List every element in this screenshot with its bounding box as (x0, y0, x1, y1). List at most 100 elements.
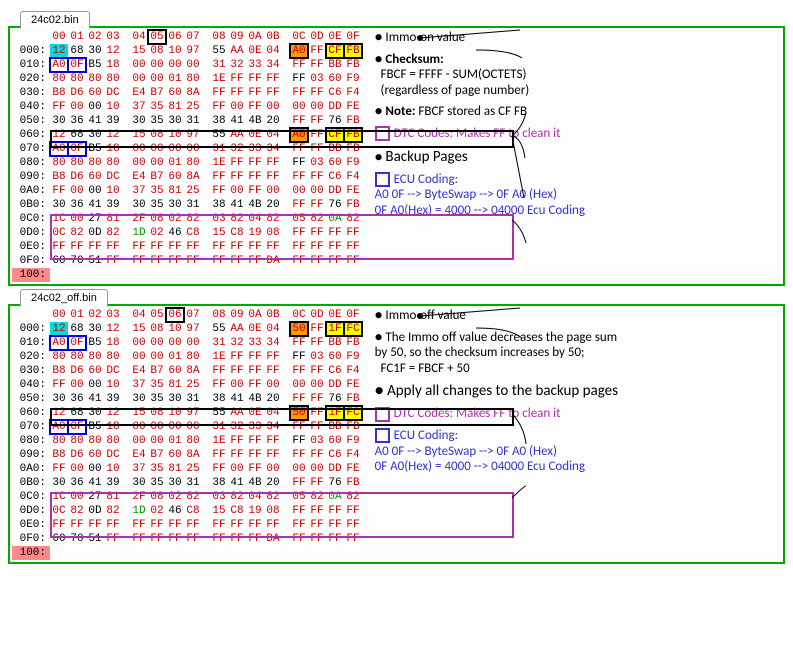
hex-cell[interactable]: 30 (130, 392, 148, 406)
hex-cell[interactable]: 37 (130, 100, 148, 114)
hex-cell[interactable]: 12 (50, 322, 68, 336)
hex-cell[interactable]: 35 (148, 476, 166, 490)
hex-cell[interactable]: 41 (228, 198, 246, 212)
hex-cell[interactable]: FF (130, 532, 148, 546)
hex-cell[interactable]: FF (166, 240, 184, 254)
hex-cell[interactable]: FB (344, 336, 362, 350)
hex-cell[interactable]: FF (210, 184, 228, 198)
hex-cell[interactable]: 08 (264, 226, 282, 240)
hex-cell[interactable]: 00 (166, 142, 184, 156)
hex-cell[interactable]: 82 (68, 504, 86, 518)
hex-cell[interactable]: 00 (86, 184, 104, 198)
hex-cell[interactable]: B7 (148, 86, 166, 100)
hex-cell[interactable]: 51 (86, 532, 104, 546)
hex-cell[interactable]: FF (308, 114, 326, 128)
hex-cell[interactable]: 00 (86, 378, 104, 392)
hex-cell[interactable]: 38 (210, 476, 228, 490)
hex-cell[interactable]: A0 (50, 336, 68, 350)
hex-cell[interactable]: FF (210, 86, 228, 100)
hex-cell[interactable]: 03 (308, 156, 326, 170)
hex-cell[interactable]: 15 (130, 128, 148, 142)
hex-cell[interactable]: FF (344, 254, 362, 268)
hex-cell[interactable]: FF (290, 142, 308, 156)
hex-cell[interactable]: 0F (68, 420, 86, 434)
hex-cell[interactable]: FF (290, 336, 308, 350)
hex-cell[interactable]: E4 (130, 86, 148, 100)
hex-cell[interactable]: E4 (130, 448, 148, 462)
hex-cell[interactable]: 31 (210, 142, 228, 156)
hex-cell[interactable]: 80 (104, 350, 122, 364)
hex-cell[interactable]: FF (290, 58, 308, 72)
hex-cell[interactable]: B8 (50, 448, 68, 462)
hex-cell[interactable]: 04 (264, 322, 282, 336)
hex-cell[interactable]: BB (326, 336, 344, 350)
hex-cell[interactable]: FF (86, 240, 104, 254)
hex-cell[interactable]: 00 (184, 142, 202, 156)
hex-cell[interactable]: 55 (210, 406, 228, 420)
hex-cell[interactable]: 00 (68, 378, 86, 392)
hex-cell[interactable]: 31 (210, 420, 228, 434)
hex-cell[interactable]: 39 (104, 392, 122, 406)
hex-cell[interactable]: 00 (166, 336, 184, 350)
hex-cell[interactable]: 00 (148, 420, 166, 434)
hex-cell[interactable]: FE (344, 100, 362, 114)
hex-cell[interactable]: 30 (50, 392, 68, 406)
hex-cell[interactable]: FF (246, 518, 264, 532)
hex-cell[interactable]: AA (228, 406, 246, 420)
hex-cell[interactable]: 39 (104, 114, 122, 128)
hex-cell[interactable]: 00 (86, 100, 104, 114)
hex-cell[interactable]: 08 (148, 44, 166, 58)
hex-cell[interactable]: FE (344, 378, 362, 392)
hex-cell[interactable]: FF (246, 184, 264, 198)
hex-cell[interactable]: FE (344, 184, 362, 198)
hex-cell[interactable]: 81 (166, 462, 184, 476)
hex-cell[interactable]: 41 (228, 114, 246, 128)
hex-cell[interactable]: A0 (290, 44, 308, 58)
hex-cell[interactable]: 8A (184, 448, 202, 462)
hex-cell[interactable]: FF (308, 86, 326, 100)
hex-cell[interactable]: 12 (104, 322, 122, 336)
hex-cell[interactable]: DC (104, 364, 122, 378)
hex-cell[interactable]: 02 (166, 212, 184, 226)
hex-cell[interactable]: 30 (86, 406, 104, 420)
hex-cell[interactable]: 80 (184, 350, 202, 364)
hex-cell[interactable]: 00 (290, 462, 308, 476)
hex-cell[interactable]: 97 (184, 406, 202, 420)
hex-cell[interactable]: A0 (50, 142, 68, 156)
hex-cell[interactable]: FF (228, 86, 246, 100)
hex-cell[interactable]: 34 (264, 336, 282, 350)
hex-cell[interactable]: 76 (326, 198, 344, 212)
hex-cell[interactable]: FF (246, 378, 264, 392)
hex-cell[interactable]: FF (50, 378, 68, 392)
hex-cell[interactable]: FB (344, 128, 362, 142)
hex-cell[interactable]: 04 (264, 128, 282, 142)
hex-cell[interactable]: 80 (86, 350, 104, 364)
hex-cell[interactable]: FF (228, 170, 246, 184)
hex-cell[interactable]: FF (246, 434, 264, 448)
hex-cell[interactable]: 00 (264, 462, 282, 476)
hex-cell[interactable]: 60 (166, 364, 184, 378)
hex-cell[interactable]: 03 (308, 350, 326, 364)
hex-cell[interactable]: FF (228, 72, 246, 86)
hex-cell[interactable]: FF (246, 170, 264, 184)
hex-cell[interactable]: B8 (50, 170, 68, 184)
hex-cell[interactable]: DD (326, 378, 344, 392)
hex-cell[interactable]: FF (166, 254, 184, 268)
hex-cell[interactable]: FF (246, 448, 264, 462)
hex-cell[interactable]: 1C (50, 490, 68, 504)
hex-cell[interactable]: FF (308, 476, 326, 490)
hex-cell[interactable]: FF (50, 100, 68, 114)
hex-cell[interactable]: 80 (68, 72, 86, 86)
hex-cell[interactable]: 36 (68, 198, 86, 212)
hex-cell[interactable]: F4 (344, 86, 362, 100)
hex-cell[interactable]: FF (246, 86, 264, 100)
hex-cell[interactable]: CF (326, 128, 344, 142)
hex-cell[interactable]: 4B (246, 114, 264, 128)
hex-cell[interactable]: 30 (130, 114, 148, 128)
hex-cell[interactable]: FF (308, 518, 326, 532)
hex-cell[interactable]: F4 (344, 448, 362, 462)
hex-cell[interactable]: FF (290, 476, 308, 490)
hex-cell[interactable]: F9 (344, 434, 362, 448)
hex-cell[interactable]: 80 (104, 72, 122, 86)
hex-cell[interactable]: 34 (264, 58, 282, 72)
